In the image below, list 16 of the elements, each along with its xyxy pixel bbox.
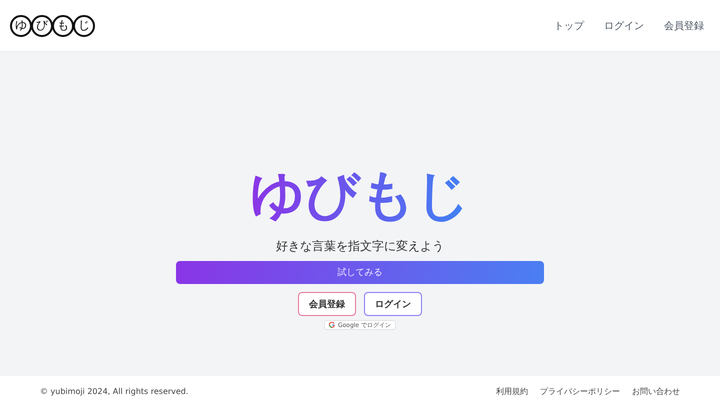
nav-link[interactable]: トップ [554, 18, 584, 32]
footer-link[interactable]: お問い合わせ [632, 386, 680, 397]
nav-link[interactable]: 会員登録 [664, 18, 704, 32]
footer-link[interactable]: プライバシーポリシー [540, 386, 620, 397]
login-button[interactable]: ログイン [364, 292, 422, 316]
logo-letter: ゆ [10, 14, 32, 36]
footer-link[interactable]: 利用規約 [496, 386, 528, 397]
try-button[interactable]: 試してみる [176, 261, 544, 284]
logo-letter: び [31, 14, 53, 36]
nav-link[interactable]: ログイン [604, 18, 644, 32]
logo-letter: も [52, 14, 74, 36]
signup-button[interactable]: 会員登録 [298, 292, 356, 316]
hero-subtitle: 好きな言葉を指文字に変えよう [276, 238, 444, 255]
logo-letter: じ [73, 14, 95, 36]
copyright-text: © yubimoji 2024, All rights reserved. [40, 387, 188, 396]
google-icon [328, 322, 335, 328]
